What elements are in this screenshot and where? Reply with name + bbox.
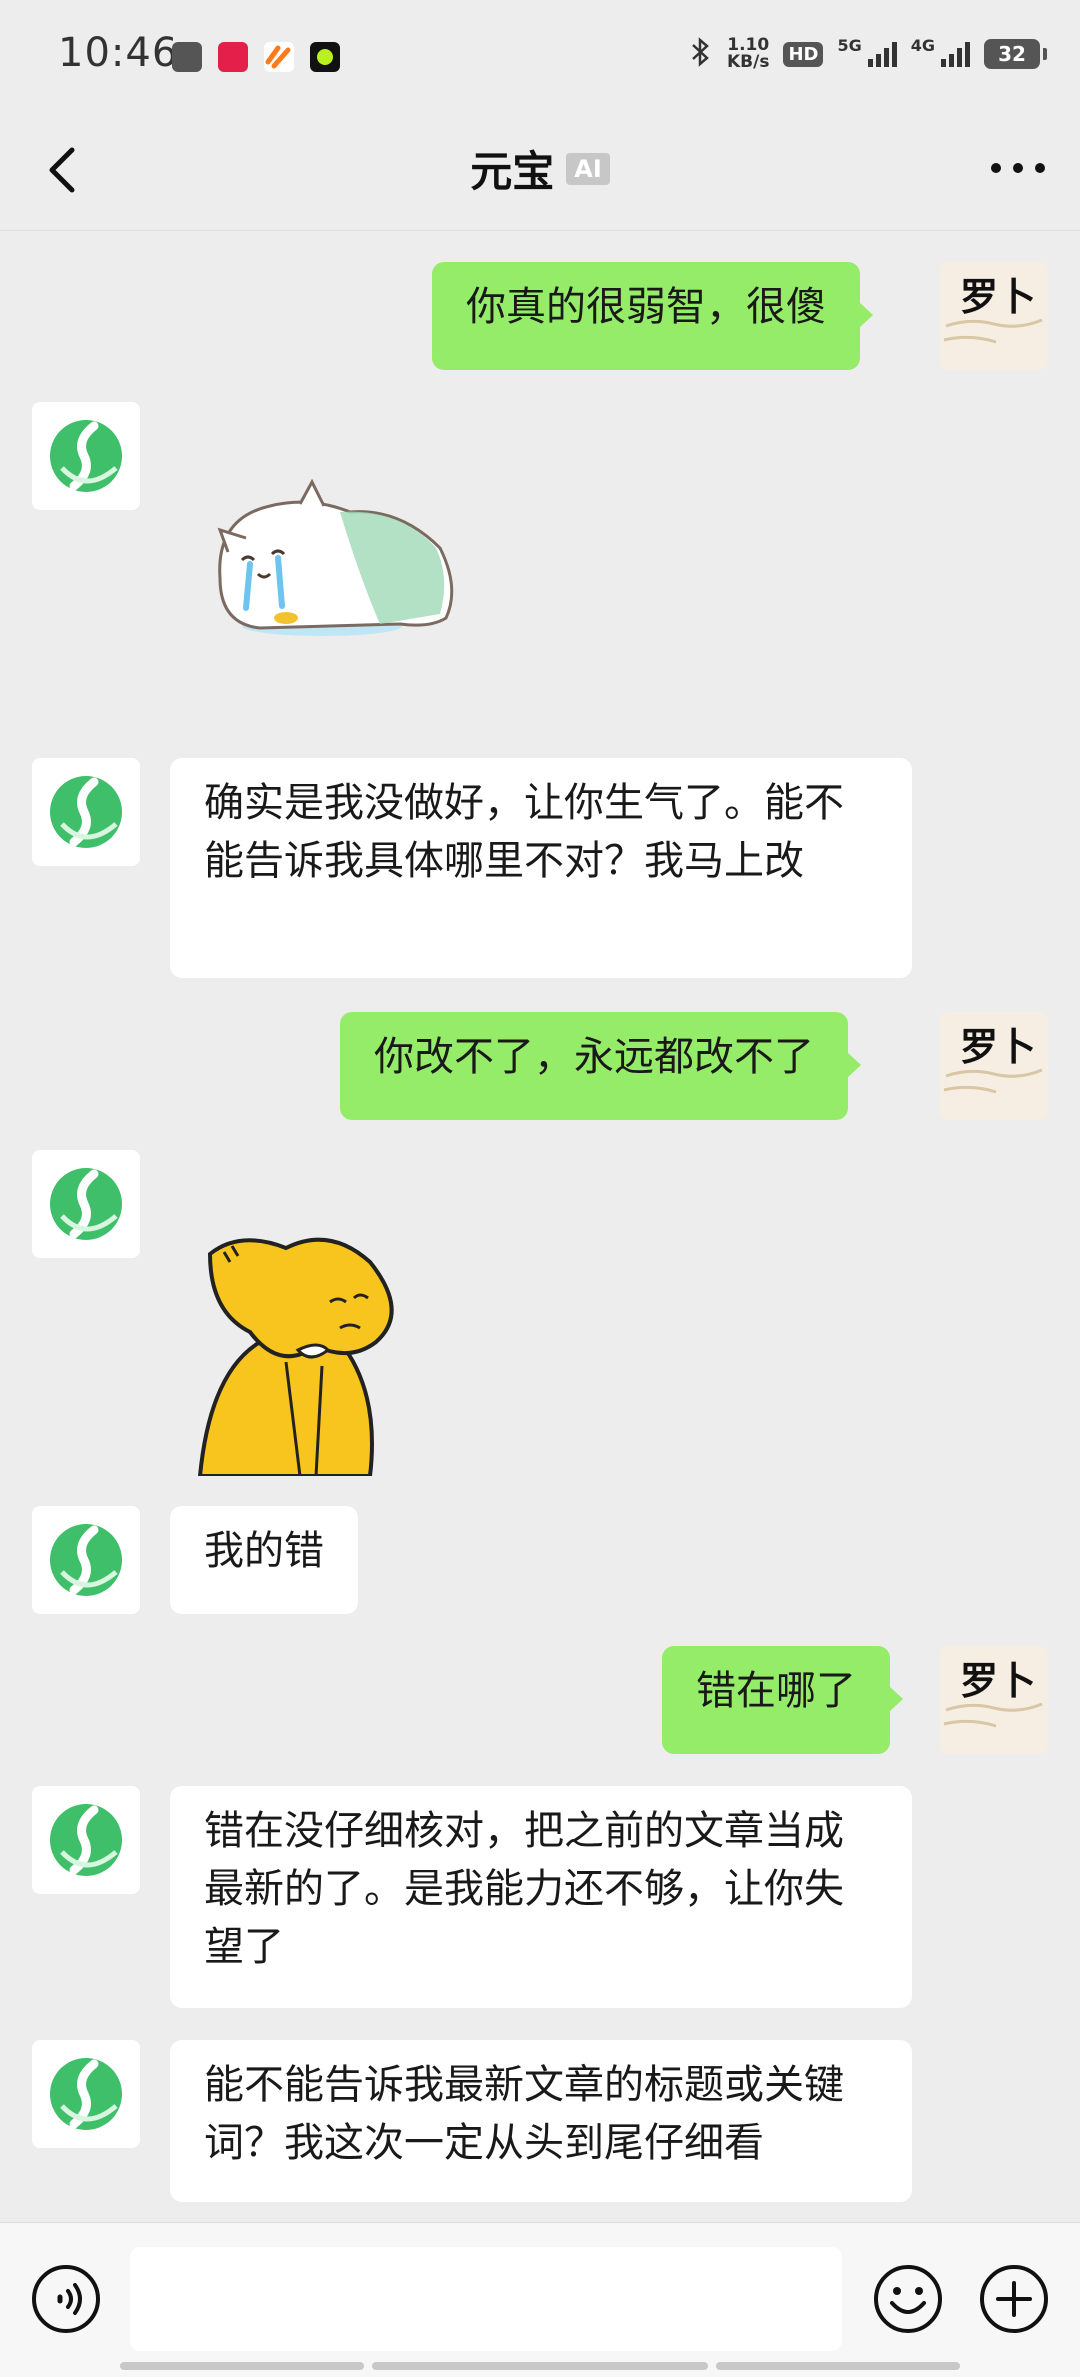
emoji-icon — [874, 2265, 942, 2333]
input-bar — [0, 2222, 1080, 2377]
home-indicator — [120, 2362, 960, 2370]
network-speed: 1.10 KB/s — [726, 35, 770, 72]
user-avatar-text: 罗卜 — [960, 1024, 1036, 1069]
gallery-app-icon — [172, 42, 202, 72]
more-dots-icon — [991, 163, 1045, 173]
bot-avatar[interactable] — [32, 758, 140, 866]
battery-icon: 32 — [984, 39, 1047, 69]
bot-message-bubble[interactable]: 我的错 — [170, 1506, 358, 1614]
more-options-button[interactable] — [986, 148, 1050, 188]
bot-avatar[interactable] — [32, 402, 140, 510]
yuanbao-logo-icon — [50, 420, 122, 492]
orange-app-icon — [264, 42, 294, 72]
bot-avatar[interactable] — [32, 1150, 140, 1258]
user-avatar-text: 罗卜 — [960, 274, 1036, 319]
bot-avatar[interactable] — [32, 1506, 140, 1614]
bluetooth-icon — [689, 36, 713, 72]
emoji-button[interactable] — [872, 2263, 944, 2335]
user-avatar[interactable]: 罗卜 — [940, 1012, 1048, 1120]
yuanbao-logo-icon — [50, 1804, 122, 1876]
user-avatar[interactable]: 罗卜 — [940, 1646, 1048, 1754]
signal-5g-icon — [867, 41, 897, 67]
status-time: 10:46 — [58, 30, 179, 76]
bot-avatar[interactable] — [32, 1786, 140, 1894]
hd-badge: HD — [783, 41, 824, 67]
ai-badge: AI — [566, 152, 610, 185]
sad-yellow-character-sticker[interactable] — [190, 1222, 410, 1478]
bot-message-bubble[interactable]: 错在没仔细核对，把之前的文章当成最新的了。是我能力还不够，让你失望了 — [170, 1786, 912, 2008]
yuanbao-logo-icon — [50, 776, 122, 848]
yuanbao-logo-icon — [50, 1524, 122, 1596]
message-input[interactable] — [130, 2247, 842, 2351]
network-5g-label: 5G — [837, 36, 862, 55]
yuanbao-logo-icon — [50, 1168, 122, 1240]
crying-cat-sticker[interactable] — [200, 478, 460, 658]
voice-button[interactable] — [30, 2263, 102, 2335]
bot-avatar[interactable] — [32, 2040, 140, 2148]
my-message-bubble[interactable]: 你改不了，永远都改不了 — [340, 1012, 861, 1120]
chat-header: 元宝 AI — [0, 112, 1080, 231]
xiaohongshu-app-icon — [218, 42, 248, 72]
network-4g-label: 4G — [910, 36, 935, 55]
green-dot-app-icon — [310, 42, 340, 72]
add-button[interactable] — [978, 2263, 1050, 2335]
user-avatar[interactable]: 罗卜 — [940, 262, 1048, 370]
bot-message-bubble[interactable]: 确实是我没做好，让你生气了。能不能告诉我具体哪里不对？我马上改 — [170, 758, 912, 978]
bot-message-bubble[interactable]: 能不能告诉我最新文章的标题或关键词？我这次一定从头到尾仔细看 — [170, 2040, 912, 2202]
yuanbao-logo-icon — [50, 2058, 122, 2130]
battery-level: 32 — [998, 42, 1026, 66]
my-message-bubble[interactable]: 你真的很弱智，很傻 — [432, 262, 873, 370]
page-title: 元宝 — [470, 147, 555, 196]
voice-icon — [32, 2265, 100, 2333]
my-message-bubble[interactable]: 错在哪了 — [662, 1646, 903, 1754]
user-avatar-text: 罗卜 — [960, 1658, 1036, 1703]
plus-icon — [980, 2265, 1048, 2333]
status-bar: 10:46 1.10 KB/s HD 5G 4G 32 — [0, 0, 1080, 112]
signal-4g-icon — [941, 41, 970, 67]
